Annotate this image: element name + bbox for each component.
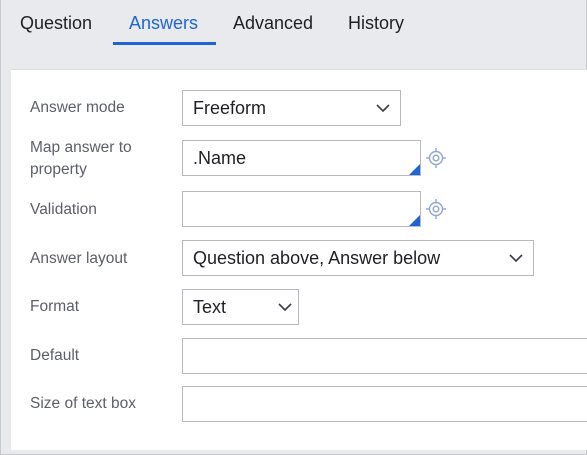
size-of-text-box-label: Size of text box [30, 395, 136, 412]
map-answer-label-line1: Map answer to [30, 139, 132, 156]
answer-mode-select[interactable]: Freeform [182, 90, 401, 126]
answer-mode-label: Answer mode [30, 99, 125, 116]
chevron-down-icon [278, 303, 292, 312]
crosshair-target-icon[interactable] [425, 147, 447, 169]
size-of-text-box-input[interactable] [182, 386, 587, 422]
corner-triangle-icon [409, 215, 420, 226]
corner-triangle-icon [409, 164, 420, 175]
map-answer-label-line2: property [30, 161, 87, 178]
validation-label: Validation [30, 201, 97, 218]
format-select[interactable]: Text [182, 289, 299, 325]
answer-layout-select[interactable]: Question above, Answer below [182, 240, 534, 276]
answers-panel: Answer mode Freeform Map answer to prope… [11, 69, 587, 450]
crosshair-target-icon[interactable] [425, 198, 447, 220]
validation-input[interactable] [182, 191, 421, 227]
format-value: Text [193, 297, 227, 317]
map-answer-input[interactable]: .Name [182, 140, 421, 176]
answer-layout-label: Answer layout [30, 250, 128, 267]
map-answer-value: .Name [193, 148, 247, 168]
tab-answers[interactable]: Answers [129, 0, 198, 46]
format-label: Format [30, 298, 80, 315]
default-label: Default [30, 347, 80, 364]
answer-mode-value: Freeform [193, 98, 267, 118]
chevron-down-icon [376, 104, 390, 113]
map-answer-label: Map answer to property [30, 137, 132, 181]
tab-history[interactable]: History [348, 0, 404, 46]
chevron-down-icon [509, 254, 523, 263]
active-tab-indicator [113, 42, 216, 45]
answer-layout-value: Question above, Answer below [193, 248, 441, 268]
tab-bar: Question Answers Advanced History [1, 0, 587, 46]
tab-advanced[interactable]: Advanced [233, 0, 313, 46]
default-input[interactable] [182, 338, 587, 374]
answers-dialog: Question Answers Advanced History Answer… [0, 0, 587, 455]
tab-question[interactable]: Question [20, 0, 92, 46]
